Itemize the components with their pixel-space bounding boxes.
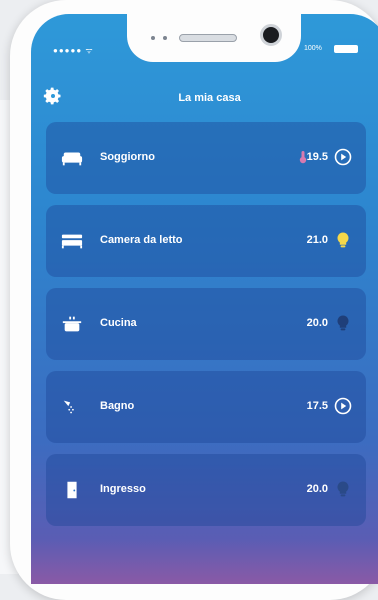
app-header: La mia casa xyxy=(31,78,378,118)
status-carrier: ●●●●● ᯤ xyxy=(53,46,94,55)
lightbulb-on-icon[interactable] xyxy=(334,231,352,249)
app-screen: ●●●●● ᯤ 100% La mia casa Soggiorno 19.5 … xyxy=(31,14,378,584)
front-camera xyxy=(260,24,282,46)
door-icon xyxy=(67,481,77,499)
room-name: Camera da letto xyxy=(100,234,183,246)
room-card-camera-da-letto[interactable]: Camera da letto 21.0 xyxy=(46,205,366,277)
room-name: Cucina xyxy=(100,317,137,329)
sensor-dot xyxy=(163,36,167,40)
room-card-bagno[interactable]: Bagno 17.5 xyxy=(46,371,366,443)
room-temperature: 20.0 xyxy=(306,483,328,495)
play-circle-icon[interactable] xyxy=(334,397,352,415)
phone-notch xyxy=(127,14,301,62)
cooking-pot-icon xyxy=(62,316,82,332)
battery-icon xyxy=(334,45,358,53)
battery-percent: 100% xyxy=(304,45,322,52)
room-card-ingresso[interactable]: Ingresso 20.0 xyxy=(46,454,366,526)
play-circle-icon[interactable] xyxy=(334,148,352,166)
room-name: Soggiorno xyxy=(100,151,155,163)
room-temperature: 17.5 xyxy=(306,400,328,412)
room-temperature: 19.5 xyxy=(306,151,328,163)
room-name: Ingresso xyxy=(100,483,146,495)
room-name: Bagno xyxy=(100,400,135,412)
room-card-soggiorno[interactable]: Soggiorno 19.5 xyxy=(46,122,366,194)
room-card-cucina[interactable]: Cucina 20.0 xyxy=(46,288,366,360)
shower-icon xyxy=(63,400,74,414)
bed-icon xyxy=(61,234,83,249)
room-temperature: 20.0 xyxy=(306,317,328,329)
lightbulb-off-icon[interactable] xyxy=(334,314,352,332)
room-temperature: 21.0 xyxy=(306,234,328,246)
page-title: La mia casa xyxy=(178,92,241,104)
speaker-grille xyxy=(179,34,237,42)
phone-frame: ●●●●● ᯤ 100% La mia casa Soggiorno 19.5 … xyxy=(10,0,378,600)
sofa-icon xyxy=(61,152,83,166)
lightbulb-off-icon[interactable] xyxy=(334,480,352,498)
sensor-dot xyxy=(151,36,155,40)
